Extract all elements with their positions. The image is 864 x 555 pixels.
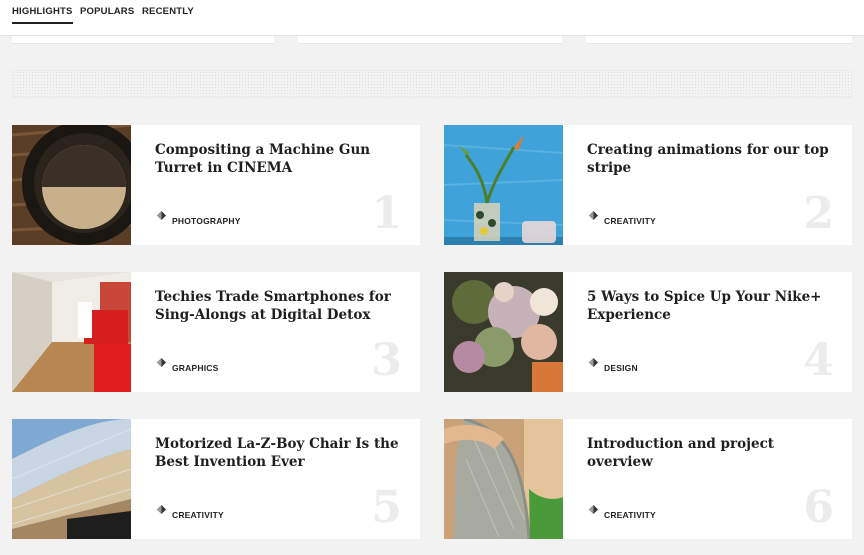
- post-rank-number: 4: [803, 335, 834, 386]
- tab-recently[interactable]: RECENTLY: [142, 6, 194, 17]
- post-thumbnail[interactable]: [12, 419, 131, 539]
- post-thumbnail[interactable]: [12, 272, 131, 392]
- category-icon: [589, 211, 598, 220]
- category-icon: [589, 505, 598, 514]
- post-category[interactable]: DESIGN: [604, 363, 638, 373]
- post-card[interactable]: Creating animations for our top stripe C…: [444, 125, 852, 245]
- post-category[interactable]: CREATIVITY: [604, 510, 656, 520]
- post-category[interactable]: CREATIVITY: [172, 510, 224, 520]
- post-rank-number: 1: [371, 188, 402, 239]
- post-title[interactable]: Motorized La-Z-Boy Chair Is the Best Inv…: [155, 435, 405, 471]
- previous-card-edge: [586, 36, 852, 44]
- post-card[interactable]: Introduction and project overview CREATI…: [444, 419, 852, 539]
- previous-card-edge: [12, 36, 274, 44]
- category-icon: [157, 505, 166, 514]
- post-thumbnail[interactable]: [444, 125, 563, 245]
- post-thumbnail[interactable]: [444, 419, 563, 539]
- category-icon: [589, 358, 598, 367]
- post-rank-number: 6: [803, 482, 834, 533]
- post-rank-number: 2: [803, 188, 834, 239]
- post-category[interactable]: CREATIVITY: [604, 216, 656, 226]
- dotted-separator: [12, 70, 852, 98]
- category-icon: [157, 358, 166, 367]
- post-title[interactable]: 5 Ways to Spice Up Your Nike+ Experience: [587, 288, 837, 324]
- post-title[interactable]: Compositing a Machine Gun Turret in CINE…: [155, 141, 405, 177]
- post-card[interactable]: Techies Trade Smartphones for Sing-Along…: [12, 272, 420, 392]
- post-category[interactable]: PHOTOGRAPHY: [172, 216, 241, 226]
- post-thumbnail[interactable]: [444, 272, 563, 392]
- post-title[interactable]: Creating animations for our top stripe: [587, 141, 837, 177]
- post-title[interactable]: Techies Trade Smartphones for Sing-Along…: [155, 288, 405, 324]
- post-thumbnail[interactable]: [12, 125, 131, 245]
- tab-highlights[interactable]: HIGHLIGHTS: [12, 6, 73, 24]
- post-category[interactable]: GRAPHICS: [172, 363, 218, 373]
- post-card[interactable]: 5 Ways to Spice Up Your Nike+ Experience…: [444, 272, 852, 392]
- post-rank-number: 3: [371, 335, 402, 386]
- post-card[interactable]: Motorized La-Z-Boy Chair Is the Best Inv…: [12, 419, 420, 539]
- tab-populars[interactable]: POPULARS: [80, 6, 134, 17]
- tab-bar: HIGHLIGHTS POPULARS RECENTLY: [0, 0, 864, 36]
- category-icon: [157, 211, 166, 220]
- post-rank-number: 5: [371, 482, 402, 533]
- post-title[interactable]: Introduction and project overview: [587, 435, 837, 471]
- post-card[interactable]: Compositing a Machine Gun Turret in CINE…: [12, 125, 420, 245]
- previous-card-edge: [298, 36, 562, 44]
